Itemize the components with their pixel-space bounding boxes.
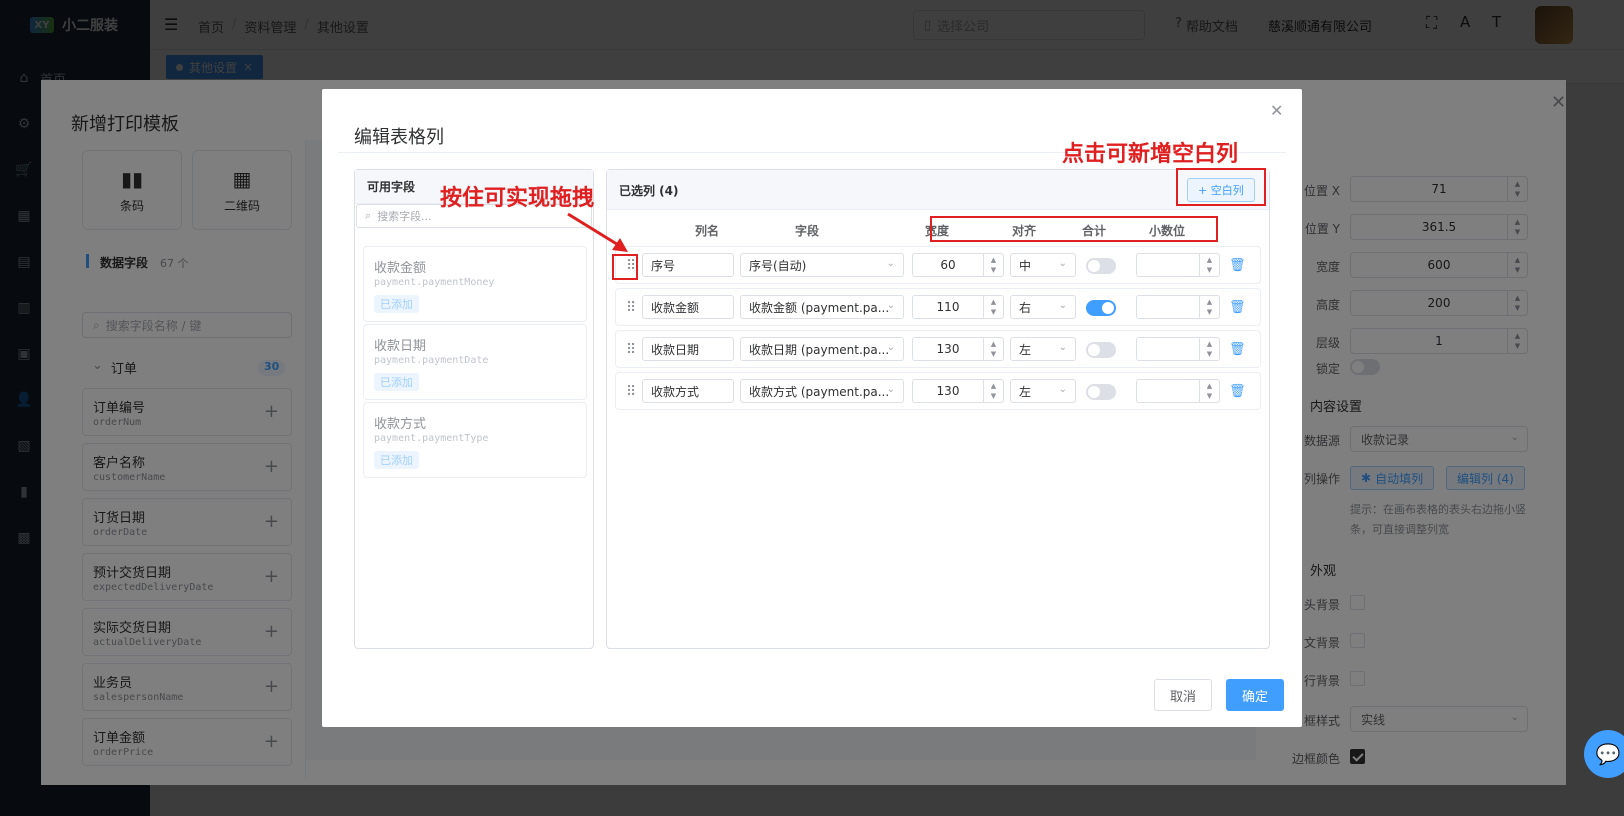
column-width-value: 130 xyxy=(936,384,960,398)
column-sum-switch[interactable] xyxy=(1086,258,1116,274)
chat-float-button[interactable]: 💬 xyxy=(1584,730,1624,778)
edit-dialog-title: 编辑表格列 xyxy=(354,127,444,148)
column-sum-switch[interactable] xyxy=(1086,384,1116,400)
chevron-down-icon: ⌄ xyxy=(1058,384,1067,395)
arrow-head xyxy=(612,238,628,252)
annotation-box-add-blank xyxy=(1176,168,1266,206)
column-field-select[interactable]: 序号(自动) ⌄ xyxy=(740,253,904,277)
stepper-icon[interactable]: ▲▼ xyxy=(983,380,1003,402)
column-name-input[interactable]: 收款金额 xyxy=(642,295,734,319)
column-row: ⠿ 序号 序号(自动) ⌄ 60 ▲ ▼ 中 ⌄ ▲ ▼ 🗑 xyxy=(615,246,1261,284)
arrow-shaft xyxy=(567,212,621,248)
column-field-select[interactable]: 收款日期 (payment.pa... ⌄ xyxy=(740,337,904,361)
column-field-value: 序号(自动) xyxy=(749,258,807,273)
chevron-down-icon: ⌄ xyxy=(886,384,895,395)
available-field-name: 收款日期 xyxy=(374,339,427,354)
stepper-icon[interactable]: ▲▼ xyxy=(983,296,1003,318)
column-row: ⠿ 收款方式 收款方式 (payment.pa... ⌄ 130 ▲ ▼ 左 ⌄ ▲ ▼ 🗑 xyxy=(615,372,1261,410)
available-fields-panel: 可用字段 ⌕ 搜索字段... 收款金额 payment.paymentMoney 已… xyxy=(354,169,594,649)
cancel-button[interactable]: 取消 xyxy=(1154,679,1212,711)
close-icon[interactable]: ✕ xyxy=(1270,101,1283,120)
column-field-select[interactable]: 收款金额 (payment.pa... ⌄ xyxy=(740,295,904,319)
col-header-field: 字段 xyxy=(794,224,819,238)
added-badge: 已添加 xyxy=(374,373,419,391)
available-field-key: payment.paymentMoney xyxy=(374,277,495,288)
chevron-down-icon: ⌄ xyxy=(886,300,895,311)
column-name-input[interactable]: 序号 xyxy=(642,253,734,277)
chevron-down-icon: ⌄ xyxy=(886,342,895,353)
column-field-value: 收款金额 (payment.pa... xyxy=(749,300,890,315)
chevron-down-icon: ⌄ xyxy=(1058,342,1067,353)
added-badge: 已添加 xyxy=(374,295,419,313)
search-icon: ⌕ xyxy=(365,209,372,222)
stepper-icon[interactable]: ▲▼ xyxy=(983,338,1003,360)
stepper-icon[interactable]: ▲▼ xyxy=(983,254,1003,276)
drag-handle-icon[interactable]: ⠿ xyxy=(626,384,636,400)
column-decimals-input[interactable]: ▲ ▼ xyxy=(1136,295,1220,319)
stepper-icon[interactable]: ▲▼ xyxy=(1199,296,1219,318)
column-row: ⠿ 收款金额 收款金额 (payment.pa... ⌄ 110 ▲ ▼ 右 ⌄ ▲ ▼ 🗑 xyxy=(615,288,1261,326)
column-decimals-input[interactable]: ▲ ▼ xyxy=(1136,253,1220,277)
column-row: ⠿ 收款日期 收款日期 (payment.pa... ⌄ 130 ▲ ▼ 左 ⌄ ▲ ▼ 🗑 xyxy=(615,330,1261,368)
column-sum-switch[interactable] xyxy=(1086,342,1116,358)
available-field-name: 收款金额 xyxy=(374,261,427,276)
added-badge: 已添加 xyxy=(374,451,419,469)
trash-icon[interactable]: 🗑 xyxy=(1229,384,1246,399)
column-width-value: 60 xyxy=(940,258,956,272)
column-name-value: 收款日期 xyxy=(651,342,700,357)
annotation-box-headers xyxy=(930,216,1218,242)
column-field-value: 收款方式 (payment.pa... xyxy=(749,384,890,399)
column-align-select[interactable]: 中 ⌄ xyxy=(1010,253,1076,277)
column-width-value: 130 xyxy=(936,342,960,356)
column-align-select[interactable]: 左 ⌄ xyxy=(1010,379,1076,403)
column-name-input[interactable]: 收款日期 xyxy=(642,337,734,361)
column-align-value: 右 xyxy=(1019,300,1032,315)
available-field-card[interactable]: 收款方式 payment.paymentType 已添加 xyxy=(363,402,587,478)
available-field-name: 收款方式 xyxy=(374,417,427,432)
stepper-icon[interactable]: ▲▼ xyxy=(1199,254,1219,276)
column-align-value: 左 xyxy=(1019,342,1032,357)
chevron-down-icon: ⌄ xyxy=(886,258,895,269)
selected-columns-header: 已选列 (4) + 空白列 xyxy=(607,170,1269,210)
trash-icon[interactable]: 🗑 xyxy=(1229,258,1246,273)
drag-handle-icon[interactable]: ⠿ xyxy=(626,300,636,316)
available-field-card[interactable]: 收款金额 payment.paymentMoney 已添加 xyxy=(363,246,587,322)
available-field-key: payment.paymentType xyxy=(374,433,489,444)
column-width-input[interactable]: 130 ▲ ▼ xyxy=(912,379,1004,403)
trash-icon[interactable]: 🗑 xyxy=(1229,300,1246,315)
column-width-input[interactable]: 60 ▲ ▼ xyxy=(912,253,1004,277)
available-search-placeholder: 搜索字段... xyxy=(377,210,432,223)
column-align-select[interactable]: 右 ⌄ xyxy=(1010,295,1076,319)
available-field-card[interactable]: 收款日期 payment.paymentDate 已添加 xyxy=(363,324,587,400)
chevron-down-icon: ⌄ xyxy=(1058,258,1067,269)
column-align-value: 中 xyxy=(1019,258,1032,273)
column-width-input[interactable]: 110 ▲ ▼ xyxy=(912,295,1004,319)
column-name-value: 收款金额 xyxy=(651,300,700,315)
col-header-name: 列名 xyxy=(694,224,719,238)
column-align-select[interactable]: 左 ⌄ xyxy=(1010,337,1076,361)
column-width-value: 110 xyxy=(936,300,960,314)
column-name-value: 收款方式 xyxy=(651,384,700,399)
trash-icon[interactable]: 🗑 xyxy=(1229,342,1246,357)
confirm-button[interactable]: 确定 xyxy=(1226,679,1284,711)
column-name-value: 序号 xyxy=(651,258,676,273)
column-width-input[interactable]: 130 ▲ ▼ xyxy=(912,337,1004,361)
column-field-select[interactable]: 收款方式 (payment.pa... ⌄ xyxy=(740,379,904,403)
column-sum-switch[interactable] xyxy=(1086,300,1116,316)
annotation-arrow xyxy=(567,212,628,252)
available-field-key: payment.paymentDate xyxy=(374,355,489,366)
chevron-down-icon: ⌄ xyxy=(1058,300,1067,311)
column-decimals-input[interactable]: ▲ ▼ xyxy=(1136,379,1220,403)
stepper-icon[interactable]: ▲▼ xyxy=(1199,380,1219,402)
column-decimals-input[interactable]: ▲ ▼ xyxy=(1136,337,1220,361)
column-field-value: 收款日期 (payment.pa... xyxy=(749,342,890,357)
annotation-add-blank-note: 点击可新增空白列 xyxy=(1062,142,1239,167)
stepper-icon[interactable]: ▲▼ xyxy=(1199,338,1219,360)
column-align-value: 左 xyxy=(1019,384,1032,399)
selected-columns-title: 已选列 (4) xyxy=(619,184,679,198)
chat-icon: 💬 xyxy=(1595,742,1621,766)
drag-handle-icon[interactable]: ⠿ xyxy=(626,342,636,358)
column-name-input[interactable]: 收款方式 xyxy=(642,379,734,403)
